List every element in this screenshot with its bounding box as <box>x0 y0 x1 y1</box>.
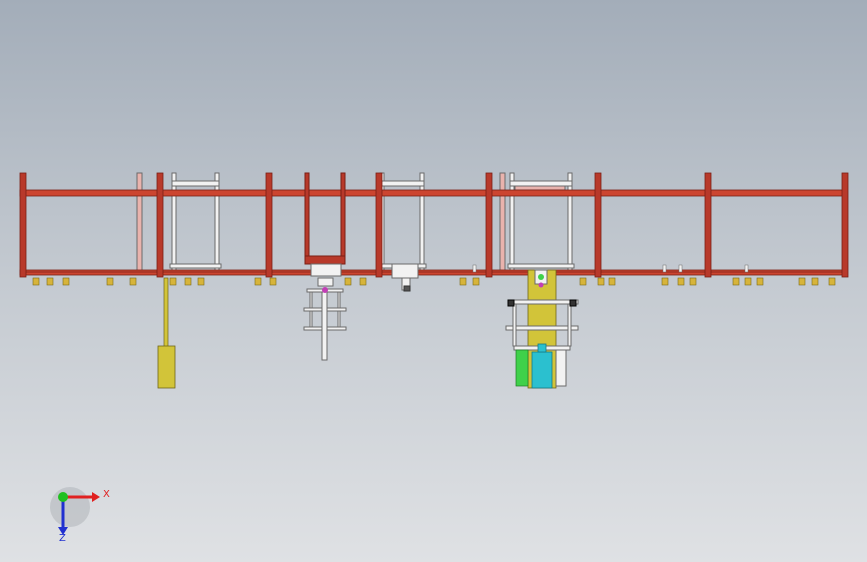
cylinder-rod <box>163 277 169 349</box>
bracket-body <box>391 263 419 279</box>
upright-tab-1 <box>472 264 477 273</box>
mid-frame-right <box>340 172 346 264</box>
mech-guide-2 <box>567 303 572 347</box>
mid-frame-bottom <box>304 255 346 265</box>
inner-frame-a-top-bar <box>171 180 220 187</box>
frame-post-8 <box>841 172 849 278</box>
z-axis-label: Z <box>59 533 66 544</box>
mech-top-plate <box>507 299 579 305</box>
inner-frames <box>136 172 575 274</box>
upright-tab-4 <box>744 264 749 273</box>
inner-frame-a-right-post <box>214 172 220 271</box>
assembly-front-view[interactable]: X Z <box>0 0 867 562</box>
foot-18 <box>661 277 669 286</box>
left-cylinder-assembly <box>157 277 176 389</box>
frame-post-1 <box>19 172 27 278</box>
foot-22 <box>744 277 752 286</box>
inner-frame-b-top-bar <box>379 180 425 187</box>
foot-11 <box>344 277 352 286</box>
mech-cyan-cylinder <box>531 351 553 389</box>
post-head <box>310 263 342 277</box>
foot-16 <box>597 277 605 286</box>
inner-frame-a-base <box>169 263 222 269</box>
center-bracket-assembly <box>391 263 419 292</box>
cad-viewport[interactable]: X Z <box>0 0 867 562</box>
foot-8 <box>197 277 205 286</box>
foot-5 <box>129 277 137 286</box>
frame-post-2 <box>156 172 164 278</box>
foot-23 <box>756 277 764 286</box>
post-rod <box>321 291 328 361</box>
inner-frame-c-right-post <box>567 172 573 271</box>
post-block <box>317 277 334 287</box>
bracket-bolt <box>403 285 411 292</box>
frame-post-3 <box>265 172 273 278</box>
foot-9 <box>254 277 262 286</box>
upright-tab-2 <box>662 264 667 273</box>
x-axis-label: X <box>103 489 110 500</box>
foot-26 <box>828 277 836 286</box>
inner-crossbar-pink <box>514 185 566 191</box>
mid-frame-left <box>304 172 310 264</box>
frame-post-7 <box>704 172 712 278</box>
foot-7 <box>184 277 192 286</box>
inner-frame-c-base <box>507 263 575 269</box>
inner-post-pink-a <box>136 172 143 274</box>
middle-post-assembly <box>303 263 347 361</box>
y-axis-icon <box>58 492 68 502</box>
foot-19 <box>677 277 685 286</box>
foot-21 <box>732 277 740 286</box>
inner-frame-c-top-bar <box>509 180 573 187</box>
top-rail <box>19 189 848 197</box>
foot-15 <box>579 277 587 286</box>
foot-14 <box>472 277 480 286</box>
foot-13 <box>459 277 467 286</box>
right-mechanism-assembly <box>505 269 579 389</box>
mech-fitting-magenta <box>538 282 544 288</box>
inner-frame-a-left-post <box>171 172 177 271</box>
inner-frame-b-right-post <box>419 172 425 271</box>
axis-triad: X Z <box>50 487 110 544</box>
foot-1 <box>32 277 40 286</box>
foot-2 <box>46 277 54 286</box>
foot-3 <box>62 277 70 286</box>
triad-origin-shadow <box>50 487 90 527</box>
mech-right-block <box>555 349 567 387</box>
foot-12 <box>359 277 367 286</box>
cylinder-body <box>157 345 176 389</box>
foot-4 <box>106 277 114 286</box>
foot-24 <box>798 277 806 286</box>
upright-tab-3 <box>678 264 683 273</box>
mech-fitting-green <box>538 274 544 280</box>
inner-frame-c-left-post <box>509 172 515 271</box>
frame-post-5 <box>485 172 493 278</box>
frame-post-6 <box>594 172 602 278</box>
post-fitting <box>322 287 328 293</box>
mech-clamp-right <box>569 299 577 307</box>
mech-cyan-cap <box>537 343 547 353</box>
foot-25 <box>811 277 819 286</box>
mech-clamp-left <box>507 299 515 307</box>
foot-6 <box>169 277 177 286</box>
x-arrowhead-icon <box>92 492 100 502</box>
foot-10 <box>269 277 277 286</box>
inner-post-pink-b <box>499 172 506 274</box>
mech-guide-1 <box>512 303 517 347</box>
mech-green-block <box>515 349 529 387</box>
frame-post-4 <box>375 172 383 278</box>
main-frame <box>19 172 849 278</box>
bottom-rail <box>19 269 848 276</box>
foot-17 <box>608 277 616 286</box>
foot-20 <box>689 277 697 286</box>
mech-mid-plate <box>505 325 579 331</box>
